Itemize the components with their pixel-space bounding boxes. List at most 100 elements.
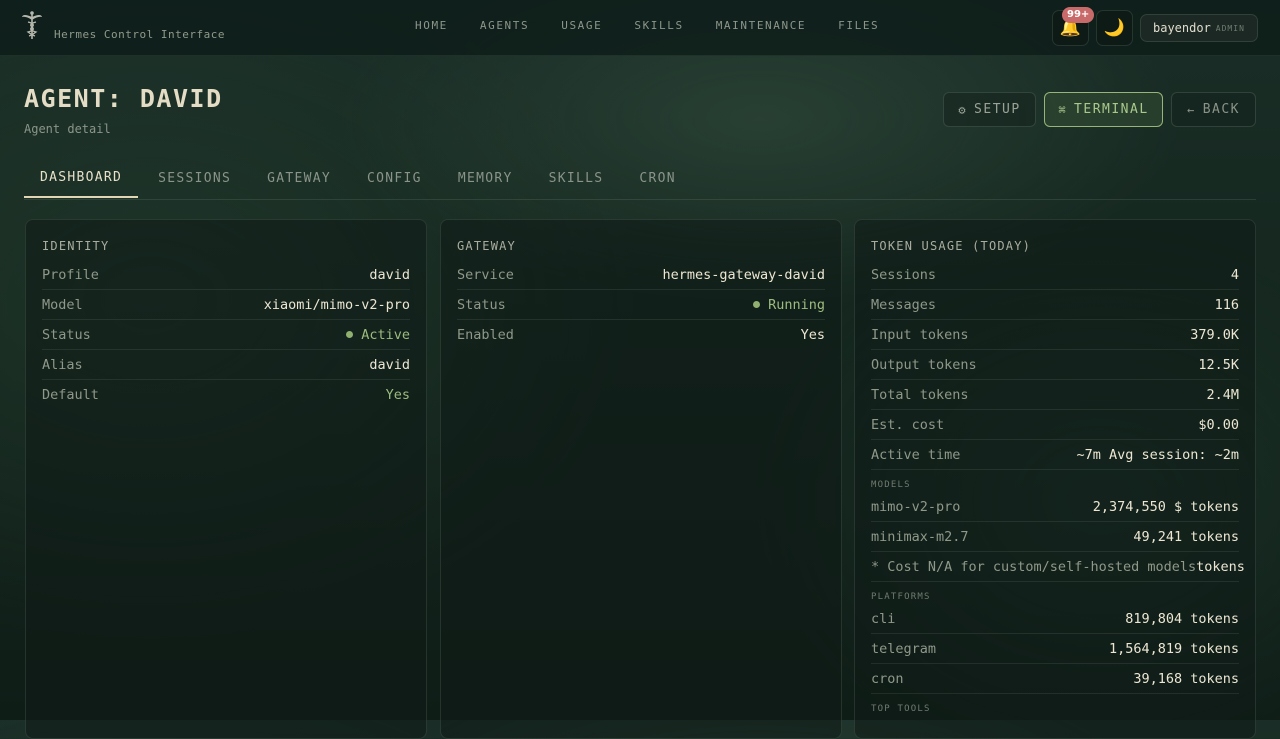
row-label: Model bbox=[42, 296, 83, 313]
terminal-button[interactable]: ⌘ TERMINAL bbox=[1044, 92, 1163, 127]
status-dot-icon bbox=[753, 301, 761, 308]
profile-value: david bbox=[369, 266, 410, 283]
row-label: Status bbox=[42, 326, 91, 343]
identity-row: Default Yes bbox=[42, 380, 410, 409]
token-usage-title: TOKEN USAGE (TODAY) bbox=[871, 239, 1032, 253]
row-label: Profile bbox=[42, 266, 99, 283]
brand-name: Hermes Control Interface bbox=[54, 28, 225, 41]
row-label: Output tokens bbox=[871, 356, 977, 373]
gateway-status-value: Running bbox=[753, 297, 825, 313]
usage-row: Total tokens 2.4M bbox=[871, 380, 1239, 410]
moon-icon: 🌙 bbox=[1103, 18, 1126, 38]
model-value: xiaomi/mimo-v2-pro bbox=[263, 296, 410, 313]
row-label: Service bbox=[457, 266, 514, 283]
nav-maintenance[interactable]: MAINTENANCE bbox=[700, 19, 822, 32]
gear-icon: ⚙ bbox=[958, 102, 968, 117]
tab-config[interactable]: CONFIG bbox=[351, 158, 438, 198]
row-label: telegram bbox=[871, 640, 937, 657]
cost-note: * Cost N/A for custom/self-hosted models bbox=[871, 558, 1197, 575]
setup-label: SETUP bbox=[974, 102, 1021, 117]
row-label: minimax-m2.7 bbox=[871, 528, 969, 545]
usage-row: Messages 116 bbox=[871, 290, 1239, 320]
status-value: Active bbox=[346, 327, 410, 343]
identity-title: IDENTITY bbox=[42, 239, 110, 253]
tab-sessions[interactable]: SESSIONS bbox=[142, 158, 247, 198]
row-label: Alias bbox=[42, 356, 83, 373]
alias-value: david bbox=[369, 356, 410, 373]
usage-row: Est. cost $0.00 bbox=[871, 410, 1239, 440]
tab-gateway[interactable]: GATEWAY bbox=[251, 158, 347, 198]
top-tools-header: TOP TOOLS bbox=[871, 704, 931, 714]
row-value: tokens bbox=[1196, 558, 1245, 575]
tab-skills[interactable]: SKILLS bbox=[533, 158, 620, 198]
default-value: Yes bbox=[385, 386, 410, 403]
row-label: mimo-v2-pro bbox=[871, 498, 961, 515]
row-value: 39,168 tokens bbox=[1133, 670, 1239, 687]
theme-toggle-button[interactable]: 🌙 bbox=[1096, 10, 1133, 46]
usage-row: Input tokens 379.0K bbox=[871, 320, 1239, 350]
row-label: Default bbox=[42, 386, 99, 403]
nav-home[interactable]: HOME bbox=[399, 19, 464, 32]
gateway-panel: GATEWAY Service hermes-gateway-david Sta… bbox=[440, 219, 842, 739]
user-menu-button[interactable]: bayendor ADMIN bbox=[1140, 14, 1258, 42]
gateway-status-text: Running bbox=[768, 296, 825, 313]
status-text: Active bbox=[361, 326, 410, 343]
row-label: cli bbox=[871, 610, 896, 627]
row-label: Messages bbox=[871, 296, 937, 313]
row-value: 2,374,550 $ tokens bbox=[1092, 498, 1239, 515]
row-label: Active time bbox=[871, 446, 961, 463]
row-label: Total tokens bbox=[871, 386, 969, 403]
row-value: 116 bbox=[1214, 296, 1239, 313]
notification-count-badge: 99+ bbox=[1062, 7, 1095, 23]
page-subtitle: Agent detail bbox=[24, 122, 111, 136]
gateway-row: Enabled Yes bbox=[457, 320, 825, 349]
row-label: Enabled bbox=[457, 326, 514, 343]
row-value: 12.5K bbox=[1198, 356, 1239, 373]
service-value: hermes-gateway-david bbox=[662, 266, 825, 283]
row-label: Sessions bbox=[871, 266, 937, 283]
identity-row: Status Active bbox=[42, 320, 410, 350]
model-row: minimax-m2.7 49,241 tokens bbox=[871, 522, 1239, 552]
platform-row: telegram 1,564,819 tokens bbox=[871, 634, 1239, 664]
platform-row: cli 819,804 tokens bbox=[871, 604, 1239, 634]
row-value: 1,564,819 tokens bbox=[1108, 640, 1239, 657]
row-value: 819,804 tokens bbox=[1125, 610, 1239, 627]
row-label: cron bbox=[871, 670, 904, 687]
identity-row: Alias david bbox=[42, 350, 410, 380]
gateway-title: GATEWAY bbox=[457, 239, 516, 253]
nav-agents[interactable]: AGENTS bbox=[464, 19, 545, 32]
row-value: 49,241 tokens bbox=[1133, 528, 1239, 545]
usage-row: Sessions 4 bbox=[871, 260, 1239, 290]
row-value: 2.4M bbox=[1206, 386, 1239, 403]
identity-row: Profile david bbox=[42, 260, 410, 290]
nav-usage[interactable]: USAGE bbox=[545, 19, 618, 32]
row-value: ~7m Avg session: ~2m bbox=[1076, 446, 1239, 463]
tab-memory[interactable]: MEMORY bbox=[442, 158, 529, 198]
platform-row: cron 39,168 tokens bbox=[871, 664, 1239, 694]
tab-dashboard[interactable]: DASHBOARD bbox=[24, 158, 139, 198]
nav-skills[interactable]: SKILLS bbox=[618, 19, 699, 32]
terminal-label: TERMINAL bbox=[1074, 102, 1149, 117]
setup-button[interactable]: ⚙ SETUP bbox=[943, 92, 1036, 127]
row-value: 379.0K bbox=[1190, 326, 1239, 343]
status-dot-icon bbox=[346, 331, 354, 338]
agent-tabs: DASHBOARD SESSIONS GATEWAY CONFIG MEMORY… bbox=[24, 158, 1256, 200]
back-label: BACK bbox=[1202, 102, 1241, 117]
command-icon: ⌘ bbox=[1058, 102, 1068, 117]
row-value: 4 bbox=[1230, 266, 1239, 283]
main-nav: HOME AGENTS USAGE SKILLS MAINTENANCE FIL… bbox=[399, 19, 895, 32]
user-role-badge: ADMIN bbox=[1215, 23, 1245, 33]
row-label: Input tokens bbox=[871, 326, 969, 343]
token-usage-panel: TOKEN USAGE (TODAY) Sessions 4 Messages 11… bbox=[854, 219, 1256, 739]
page-title: AGENT: DAVID bbox=[24, 84, 223, 113]
enabled-value: Yes bbox=[800, 326, 825, 343]
usage-row: Active time ~7m Avg session: ~2m bbox=[871, 440, 1239, 470]
back-button[interactable]: ← BACK bbox=[1171, 92, 1256, 127]
nav-files[interactable]: FILES bbox=[822, 19, 895, 32]
row-label: Status bbox=[457, 296, 506, 313]
gateway-row: Status Running bbox=[457, 290, 825, 320]
model-row: mimo-v2-pro 2,374,550 $ tokens bbox=[871, 492, 1239, 522]
caduceus-logo-icon[interactable] bbox=[20, 10, 44, 40]
top-bar: Hermes Control Interface HOME AGENTS USA… bbox=[0, 0, 1280, 56]
tab-cron[interactable]: CRON bbox=[623, 158, 692, 198]
